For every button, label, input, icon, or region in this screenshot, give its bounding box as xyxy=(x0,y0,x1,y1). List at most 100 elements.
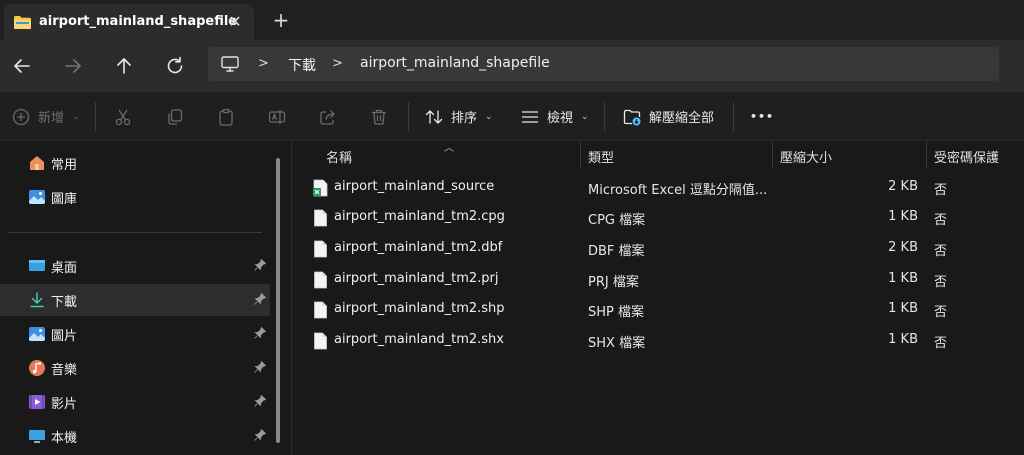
sidebar-item-pictures[interactable]: 圖片 xyxy=(0,318,270,350)
sidebar-item-music[interactable]: 音樂 xyxy=(0,352,270,384)
file-row[interactable]: airport_mainland_tm2.cpg CPG 檔案 1 KB 否 xyxy=(292,203,1024,233)
file-name: airport_mainland_tm2.prj xyxy=(334,271,499,286)
this-pc-icon xyxy=(29,430,45,443)
computer-icon xyxy=(221,56,239,72)
file-size: 1 KB xyxy=(888,271,918,286)
chevron-down-icon: ⌄ xyxy=(581,111,589,122)
breadcrumb-separator[interactable]: > xyxy=(332,56,343,71)
file-row[interactable]: airport_mainland_source Microsoft Excel … xyxy=(292,173,1024,203)
toolbar-divider xyxy=(95,102,96,132)
gallery-icon xyxy=(29,190,45,204)
pin-icon[interactable] xyxy=(253,292,267,306)
sidebar-scrollbar[interactable] xyxy=(276,158,280,443)
rename-button[interactable] xyxy=(268,92,286,141)
column-header-compressed-size[interactable]: 壓縮大小 xyxy=(780,147,832,175)
delete-button[interactable] xyxy=(370,92,388,141)
more-options-button[interactable]: ••• xyxy=(750,92,774,141)
file-name: airport_mainland_tm2.cpg xyxy=(334,209,505,224)
sidebar-divider xyxy=(8,232,262,233)
new-tab-button[interactable]: + xyxy=(270,10,292,32)
share-button[interactable] xyxy=(319,92,337,141)
file-row[interactable]: airport_mainland_tm2.shx SHX 檔案 1 KB 否 xyxy=(292,326,1024,356)
sidebar-item-desktop[interactable]: 桌面 xyxy=(0,250,270,282)
file-type: SHP 檔案 xyxy=(588,305,644,320)
sidebar-item-label: 音樂 xyxy=(51,363,78,378)
cut-button[interactable] xyxy=(114,92,132,141)
sidebar-item-label: 下載 xyxy=(51,295,78,310)
cut-icon xyxy=(115,109,131,125)
sidebar-item-downloads[interactable]: 下載 xyxy=(0,284,270,316)
pin-icon[interactable] xyxy=(253,394,267,408)
file-name: airport_mainland_tm2.dbf xyxy=(334,240,503,255)
column-divider[interactable] xyxy=(772,141,773,169)
file-icon xyxy=(314,209,327,227)
breadcrumb-separator[interactable]: > xyxy=(258,56,269,71)
sort-button[interactable]: 排序 ⌄ xyxy=(425,92,493,141)
close-tab-icon[interactable]: ✕ xyxy=(226,13,244,31)
file-size: 2 KB xyxy=(888,179,918,194)
file-password-status: 否 xyxy=(934,183,948,198)
paste-button[interactable] xyxy=(217,92,235,141)
copy-button[interactable] xyxy=(166,92,184,141)
share-icon xyxy=(320,109,335,125)
sort-ascending-icon: ︿ xyxy=(444,143,454,154)
file-type: PRJ 檔案 xyxy=(588,275,639,290)
extract-all-label: 解壓縮全部 xyxy=(649,111,715,126)
pin-icon[interactable] xyxy=(253,428,267,442)
file-type: Microsoft Excel 逗點分隔值... xyxy=(588,183,768,198)
sidebar-item-gallery[interactable]: 圖庫 xyxy=(0,181,270,213)
music-icon xyxy=(29,360,45,376)
column-header-type[interactable]: 類型 xyxy=(588,147,614,175)
pin-icon[interactable] xyxy=(253,258,267,272)
breadcrumb-downloads[interactable]: 下載 xyxy=(288,55,316,75)
tab-strip: airport_mainland_shapefile ✕ + xyxy=(0,0,1024,40)
tab-active[interactable]: airport_mainland_shapefile ✕ xyxy=(4,4,254,40)
breadcrumb-current-folder[interactable]: airport_mainland_shapefile xyxy=(360,55,550,71)
chevron-down-icon: ⌄ xyxy=(72,111,80,122)
file-row[interactable]: airport_mainland_tm2.prj PRJ 檔案 1 KB 否 xyxy=(292,265,1024,295)
address-bar[interactable]: > 下載 > airport_mainland_shapefile xyxy=(208,47,999,81)
forward-arrow-icon[interactable] xyxy=(61,54,85,78)
pin-icon[interactable] xyxy=(253,360,267,374)
file-type: CPG 檔案 xyxy=(588,213,646,228)
copy-icon xyxy=(168,108,183,125)
file-password-status: 否 xyxy=(934,213,948,228)
file-row[interactable]: airport_mainland_tm2.dbf DBF 檔案 2 KB 否 xyxy=(292,234,1024,264)
sidebar-item-videos[interactable]: 影片 xyxy=(0,386,270,418)
more-icon: ••• xyxy=(750,110,775,123)
home-icon xyxy=(30,156,44,170)
file-row[interactable]: airport_mainland_tm2.shp SHP 檔案 1 KB 否 xyxy=(292,295,1024,325)
extract-folder-icon xyxy=(623,109,641,125)
chevron-down-icon: ⌄ xyxy=(485,111,493,122)
file-name: airport_mainland_tm2.shp xyxy=(334,301,505,316)
toolbar-divider xyxy=(408,102,409,132)
sidebar-item-this-pc[interactable]: 本機 xyxy=(0,420,270,452)
desktop-icon xyxy=(29,260,45,271)
file-list: ︿ 名稱 類型 壓縮大小 受密碼保護 airport_mainland_sour… xyxy=(291,141,1024,455)
download-icon xyxy=(30,292,44,308)
column-header-password-protected[interactable]: 受密碼保護 xyxy=(934,147,999,175)
back-arrow-icon[interactable] xyxy=(10,54,34,78)
file-password-status: 否 xyxy=(934,336,948,351)
paste-icon xyxy=(219,108,233,126)
sidebar-item-home[interactable]: 常用 xyxy=(0,147,270,179)
tab-title: airport_mainland_shapefile xyxy=(39,14,238,29)
column-divider[interactable] xyxy=(580,141,581,169)
file-size: 2 KB xyxy=(888,240,918,255)
extract-all-button[interactable]: 解壓縮全部 xyxy=(623,92,714,141)
sidebar-item-label: 本機 xyxy=(51,431,78,446)
sidebar-item-label: 圖庫 xyxy=(51,192,78,207)
navigation-pane: 常用 圖庫 桌面 下載 圖片 音樂 影片 本機 xyxy=(0,141,290,455)
toolbar-divider xyxy=(604,102,605,132)
new-button[interactable]: 新增 ⌄ xyxy=(12,92,80,141)
view-list-icon xyxy=(522,110,538,123)
view-button[interactable]: 檢視 ⌄ xyxy=(521,92,589,141)
sort-icon xyxy=(425,109,443,124)
column-divider[interactable] xyxy=(926,141,927,169)
excel-csv-icon xyxy=(313,179,328,197)
up-arrow-icon[interactable] xyxy=(112,54,136,78)
pin-icon[interactable] xyxy=(253,326,267,340)
sidebar-item-label: 常用 xyxy=(51,158,78,173)
column-header-name[interactable]: 名稱 xyxy=(326,147,352,175)
refresh-icon[interactable] xyxy=(163,54,187,78)
